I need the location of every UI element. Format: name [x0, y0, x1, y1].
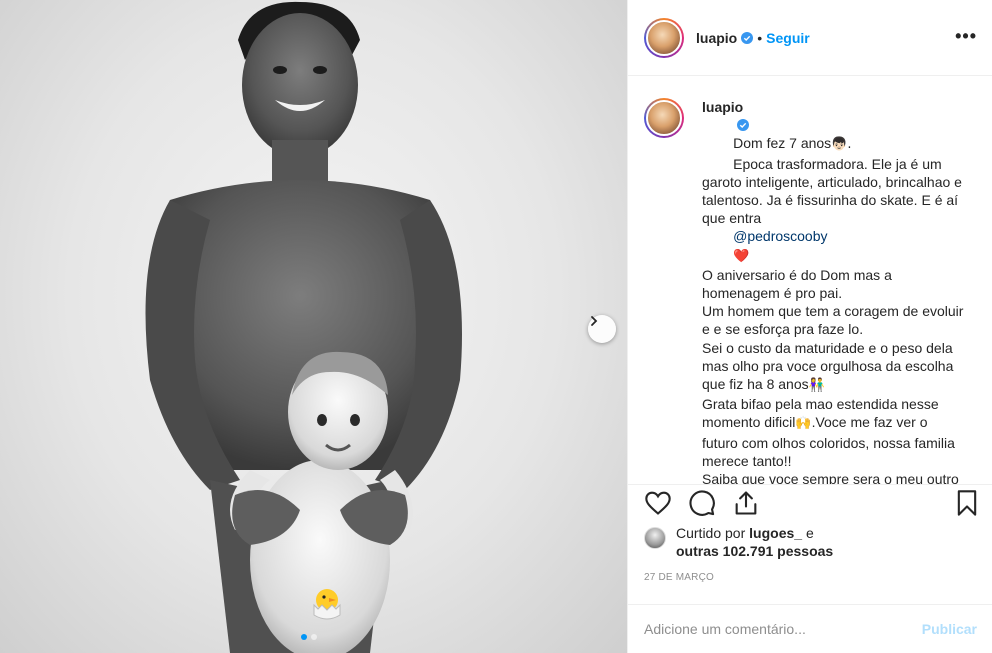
likes-others-link[interactable]: outras 102.791 pessoas	[676, 543, 833, 559]
follow-button[interactable]: Seguir	[766, 30, 810, 46]
post-photo[interactable]	[0, 0, 627, 653]
header-separator: •	[757, 29, 763, 46]
caption-body1: Epoca trasformadora. Ele ja é um garoto …	[702, 155, 966, 227]
more-options-icon[interactable]: •••	[955, 26, 977, 47]
caption-username[interactable]: luapio	[702, 99, 743, 115]
carousel-dot	[311, 634, 317, 640]
next-slide-button[interactable]	[588, 315, 616, 343]
caption-comment: luapio Dom fez 7 anos👦🏻. Epoca trasforma…	[644, 98, 977, 484]
comment-input[interactable]	[644, 621, 922, 637]
share-icon[interactable]	[732, 489, 760, 520]
likes-text: Curtido por lugoes_ e outras 102.791 pes…	[676, 524, 833, 560]
bookmark-icon[interactable]	[953, 489, 981, 520]
carousel-indicator	[301, 634, 317, 640]
photo-illustration	[145, 1, 462, 653]
liker-avatar[interactable]	[644, 527, 666, 549]
caption-line1: Dom fez 7 anos	[733, 135, 832, 152]
raising-hands-emoji: 🙌	[795, 416, 812, 432]
heart-icon[interactable]	[644, 489, 672, 520]
chevron-right-icon	[591, 316, 598, 326]
verified-badge-icon	[737, 119, 750, 132]
couple-emoji: 👫	[808, 378, 825, 394]
publish-button[interactable]: Publicar	[922, 621, 977, 637]
red-heart-emoji: ❤️	[733, 248, 750, 264]
author-username[interactable]: luapio	[696, 30, 737, 46]
likes-summary: Curtido por lugoes_ e outras 102.791 pes…	[644, 524, 833, 560]
caption-text: luapio Dom fez 7 anos👦🏻. Epoca trasforma…	[702, 98, 964, 484]
caption-body2: O aniversario é do Dom mas a homenagem é…	[702, 266, 964, 393]
caption-author-avatar[interactable]	[644, 98, 684, 138]
boy-emoji: 👦🏻.	[831, 137, 852, 153]
verified-badge-icon	[741, 31, 754, 44]
liker-username[interactable]: lugoes_	[749, 525, 802, 541]
likes-conj: e	[805, 525, 814, 541]
carousel-dot-active	[301, 634, 307, 640]
author-avatar[interactable]	[644, 17, 684, 58]
caption-area: luapio Dom fez 7 anos👦🏻. Epoca trasforma…	[628, 76, 992, 484]
comment-bubble-icon[interactable]	[688, 489, 716, 520]
post-details-panel: luapio • Seguir ••• luapio Dom fez 7 ano…	[627, 0, 992, 653]
mention-link[interactable]: @pedroscooby	[733, 228, 827, 244]
add-comment-bar: Publicar	[628, 604, 992, 653]
post-header: luapio • Seguir •••	[628, 0, 992, 76]
likes-prefix: Curtido por	[676, 525, 746, 541]
post-date[interactable]: 27 DE MARÇO	[644, 572, 714, 583]
hatching-chick-sticker	[308, 585, 346, 621]
action-bar	[628, 484, 992, 524]
